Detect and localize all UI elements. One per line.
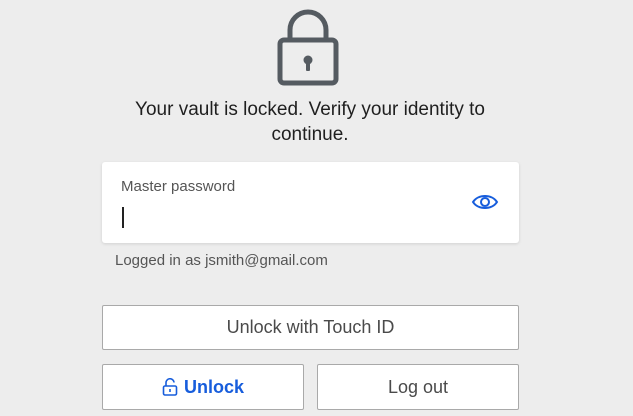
locked-message: Your vault is locked. Verify your identi… xyxy=(135,99,485,145)
unlock-label: Unlock xyxy=(183,376,244,397)
unlock-page: Your vault is locked. Verify your identi… xyxy=(0,0,633,416)
master-password-input[interactable] xyxy=(121,202,451,232)
unlock-touch-id-label: Unlock with Touch ID xyxy=(226,317,395,337)
log-out-button[interactable]: Log out xyxy=(317,364,519,410)
unlock-button[interactable]: Unlock xyxy=(102,364,304,410)
logged-in-as-text: Logged in as jsmith@gmail.com xyxy=(115,252,328,269)
unlock-touch-id-button[interactable]: Unlock with Touch ID xyxy=(102,305,519,350)
text-cursor xyxy=(122,207,124,228)
lock-icon xyxy=(277,9,339,86)
master-password-field[interactable]: Master password xyxy=(102,162,519,243)
log-out-label: Log out xyxy=(387,376,449,397)
eye-icon[interactable] xyxy=(471,191,499,213)
master-password-label: Master password xyxy=(121,178,236,195)
unlock-icon xyxy=(162,378,178,396)
